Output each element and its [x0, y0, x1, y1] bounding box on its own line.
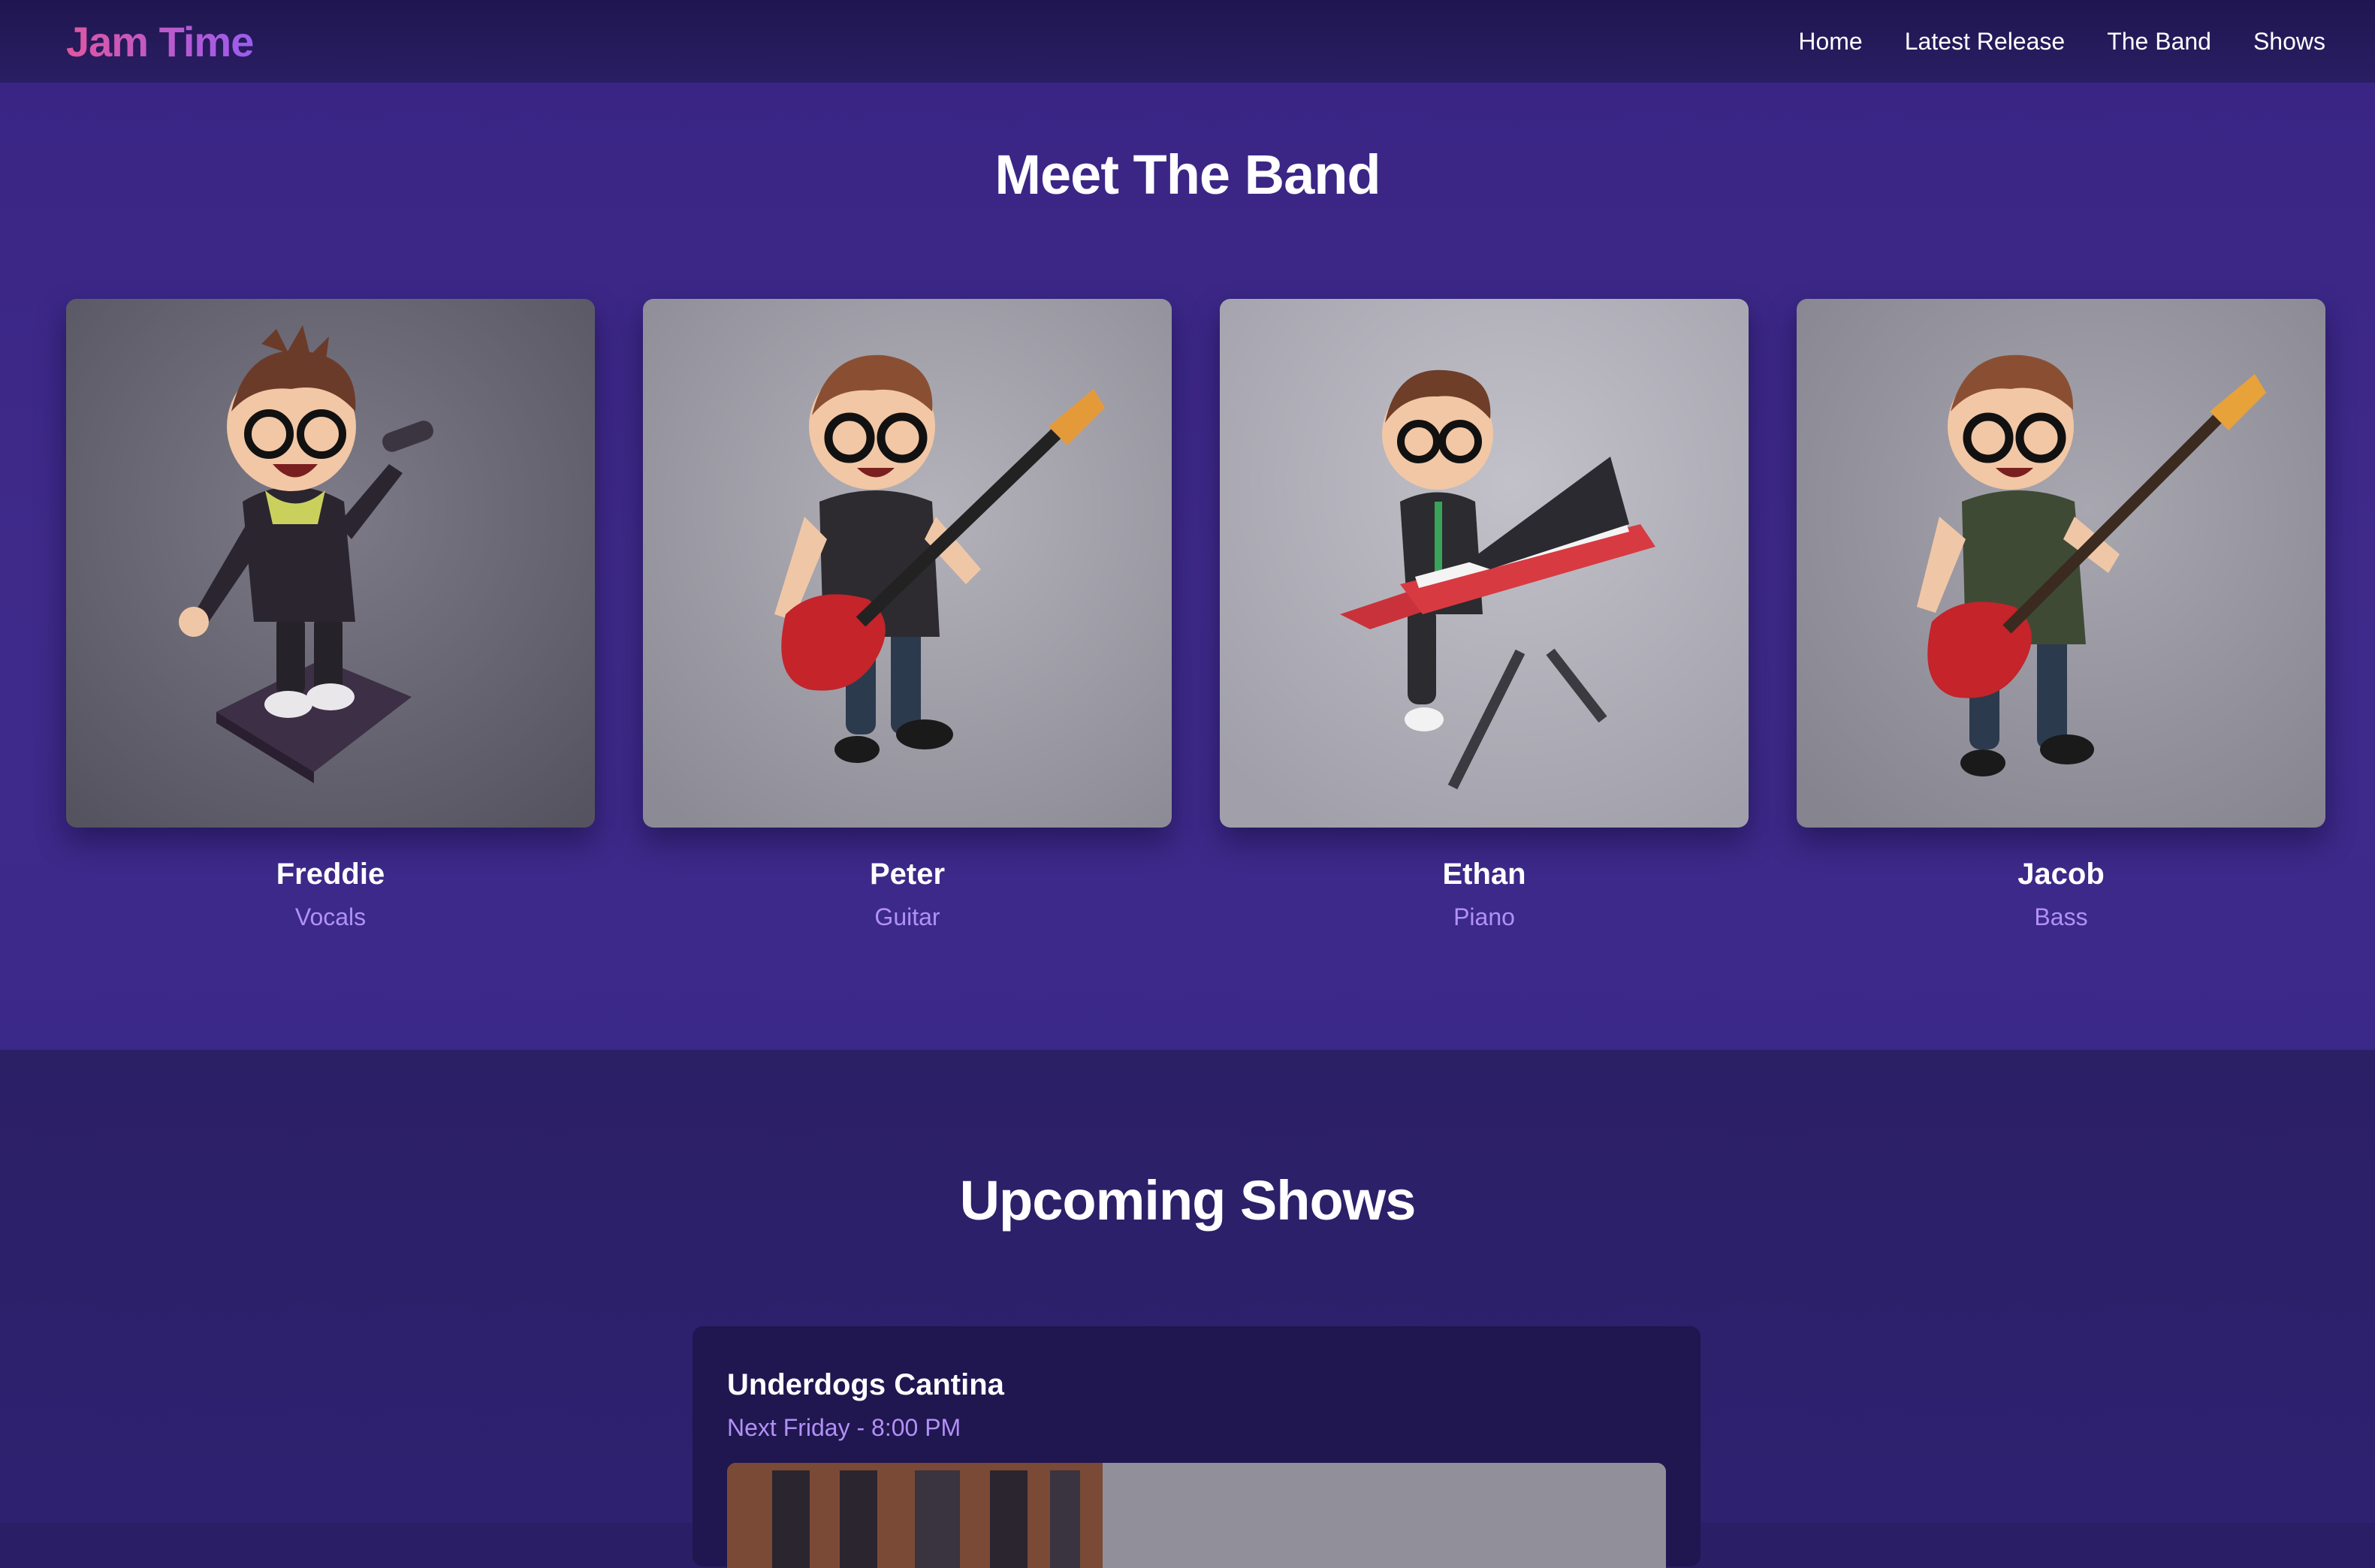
member-name: Ethan: [1442, 858, 1526, 891]
brand-logo[interactable]: Jam Time: [66, 17, 254, 66]
nav-link-latest-release[interactable]: Latest Release: [1905, 28, 2065, 56]
nav-links: Home Latest Release The Band Shows: [1798, 28, 2325, 56]
shows-section-title: Upcoming Shows: [959, 1169, 1417, 1232]
member-portrait-peter: [643, 299, 1172, 828]
shows-section: Upcoming Shows Underdogs Cantina Next Fr…: [0, 1050, 2375, 1568]
member-card-jacob: Jacob Bass: [1797, 299, 2325, 931]
member-role: Bass: [2034, 903, 2088, 930]
nav-link-shows[interactable]: Shows: [2253, 28, 2325, 56]
singer-figure-image: [66, 299, 595, 828]
member-name: Freddie: [276, 858, 385, 891]
member-role: Piano: [1453, 903, 1515, 930]
member-role: Guitar: [874, 903, 940, 930]
nav-link-the-band[interactable]: The Band: [2107, 28, 2211, 56]
member-portrait-freddie: [66, 299, 595, 828]
band-members-grid: Freddie Vocals Peter Guitar Ethan Piano …: [66, 299, 2325, 931]
member-card-freddie: Freddie Vocals: [66, 299, 595, 931]
show-card[interactable]: Underdogs Cantina Next Friday - 8:00 PM: [693, 1326, 1701, 1568]
show-venue: Underdogs Cantina: [727, 1368, 1004, 1401]
navbar: Jam Time Home Latest Release The Band Sh…: [0, 0, 2375, 83]
member-name: Peter: [869, 858, 946, 891]
member-portrait-jacob: [1797, 299, 2325, 828]
band-section-title: Meet The Band: [994, 143, 1381, 206]
bassist-figure-image: [1797, 299, 2325, 828]
nav-link-home[interactable]: Home: [1798, 28, 1862, 56]
member-portrait-ethan: [1220, 299, 1749, 828]
member-card-peter: Peter Guitar: [643, 299, 1172, 931]
member-role: Vocals: [294, 903, 367, 930]
pianist-figure-image: [1220, 299, 1749, 828]
member-name: Jacob: [2017, 858, 2105, 891]
guitarist-figure-image: [643, 299, 1172, 828]
venue-building-image: [727, 1463, 1666, 1568]
venue-photo: [727, 1463, 1666, 1568]
member-card-ethan: Ethan Piano: [1220, 299, 1749, 931]
show-time: Next Friday - 8:00 PM: [727, 1414, 961, 1441]
band-section: Meet The Band Freddie Vocals Peter Guita…: [0, 83, 2375, 1050]
